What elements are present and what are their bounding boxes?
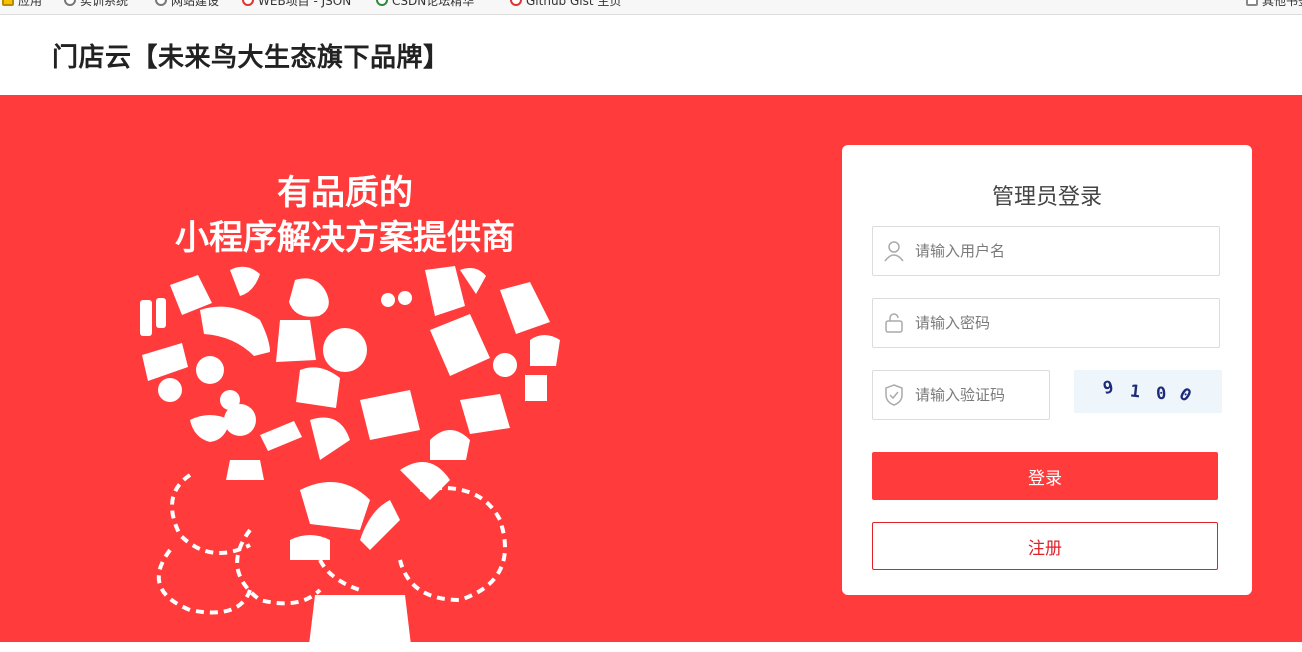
username-input[interactable] — [915, 227, 1219, 275]
login-button[interactable]: 登录 — [872, 452, 1218, 500]
bookmark-item[interactable]: Github Gist 主页 — [510, 0, 621, 9]
bracelet-icon — [493, 353, 517, 377]
bookmark-label: 其他书签 — [1262, 0, 1302, 8]
ring-icon — [196, 356, 224, 384]
belt-icon — [260, 421, 302, 451]
shopping-bag-icon — [430, 314, 490, 376]
shopping-bag-icon — [309, 595, 411, 642]
bookmark-label: 应用 — [18, 0, 43, 8]
heels-icon — [296, 367, 340, 408]
bookmark-label: CSDN论坛精华 — [392, 0, 475, 8]
wallet-icon — [226, 460, 264, 480]
login-title: 管理员登录 — [991, 185, 1102, 210]
dashed-loop — [318, 559, 361, 592]
sneaker-icon — [300, 482, 370, 530]
handbag-icon — [430, 430, 470, 460]
captcha-field[interactable] — [872, 370, 1050, 420]
dress-icon — [500, 282, 550, 334]
captcha-char: 0 — [1175, 383, 1195, 407]
dashed-loop — [398, 486, 507, 603]
high-heel-icon — [276, 320, 316, 362]
captcha-char: 0 — [1155, 383, 1168, 404]
bookmark-item[interactable]: CSDN论坛精华 — [376, 0, 474, 9]
globe-icon — [155, 0, 167, 6]
lock-icon — [885, 313, 903, 333]
dashed-loop — [170, 473, 251, 555]
shield-check-icon — [885, 384, 903, 406]
folder-icon — [1246, 0, 1258, 6]
ring-icon — [158, 378, 182, 402]
lipstick-icon — [140, 300, 152, 336]
top-icon — [460, 394, 510, 434]
bag-icon — [525, 375, 547, 401]
slogan-line-2: 小程序解决方案提供商 — [175, 218, 515, 258]
red-dot-icon — [510, 0, 522, 6]
hat-icon — [310, 417, 350, 460]
password-field[interactable] — [872, 298, 1220, 348]
bookmark-label: 网站建设 — [171, 0, 220, 8]
password-input[interactable] — [915, 299, 1219, 347]
shoe-icon — [200, 306, 270, 356]
bookmark-label: 实训系统 — [80, 0, 129, 8]
sunglasses-icon — [289, 278, 329, 317]
leaf-icon — [376, 0, 388, 6]
globe-icon — [64, 0, 76, 6]
captcha-input[interactable] — [915, 371, 1049, 419]
shopping-heart-illustration — [140, 266, 560, 642]
coin-purse-icon — [530, 335, 560, 366]
bookmark-label: Github Gist 主页 — [526, 0, 622, 8]
red-dot-icon — [242, 0, 254, 6]
pearl-necklace-icon — [323, 328, 367, 372]
necklace-icon — [230, 266, 260, 296]
bookmark-item[interactable]: 实训系统 — [64, 0, 128, 9]
captcha-char: 9 — [1100, 376, 1115, 399]
bookmark-item[interactable]: WEB项目 - JSON — [242, 0, 351, 9]
bookmark-item[interactable]: 网站建设 — [155, 0, 219, 9]
user-icon — [884, 241, 904, 262]
register-button[interactable]: 注册 — [872, 522, 1218, 570]
dress-icon — [142, 343, 188, 381]
bookmark-label: WEB项目 - JSON — [258, 0, 352, 8]
coin-purse-icon — [290, 535, 330, 560]
page-bottom — [0, 642, 1302, 652]
login-card: 管理员登录 9 1 0 0 — [842, 145, 1252, 595]
hero-banner: 有品质的 小程序解决方案提供商 管理员登录 请输入用户名 请输入验证码 9 1 … — [0, 95, 1302, 642]
bikini-icon — [460, 268, 486, 294]
earring-icon — [381, 293, 395, 307]
captcha-image[interactable]: 9 1 0 0 — [1074, 370, 1222, 413]
earring-icon — [398, 291, 412, 305]
lipstick-icon — [156, 298, 166, 328]
site-title: 门店云【未来鸟大生态旗下品牌】 — [52, 43, 450, 73]
glasses-icon — [190, 415, 230, 442]
bookmark-apps[interactable]: 应用 — [2, 0, 42, 9]
username-field[interactable] — [872, 226, 1220, 276]
glasses-icon — [400, 462, 450, 500]
slogan-line-1: 有品质的 — [277, 173, 413, 213]
heels-icon — [425, 266, 465, 316]
bookmark-other[interactable]: 其他书签 — [1246, 0, 1302, 9]
hat-icon — [224, 404, 256, 436]
captcha-char: 1 — [1128, 381, 1142, 402]
purse-icon — [360, 390, 420, 440]
site-header: 门店云【未来鸟大生态旗下品牌】 — [0, 15, 1302, 95]
apps-icon — [2, 0, 14, 6]
bookmarks-bar: 应用 实训系统 网站建设 WEB项目 - JSON CSDN论坛精华 Githu… — [0, 0, 1302, 15]
